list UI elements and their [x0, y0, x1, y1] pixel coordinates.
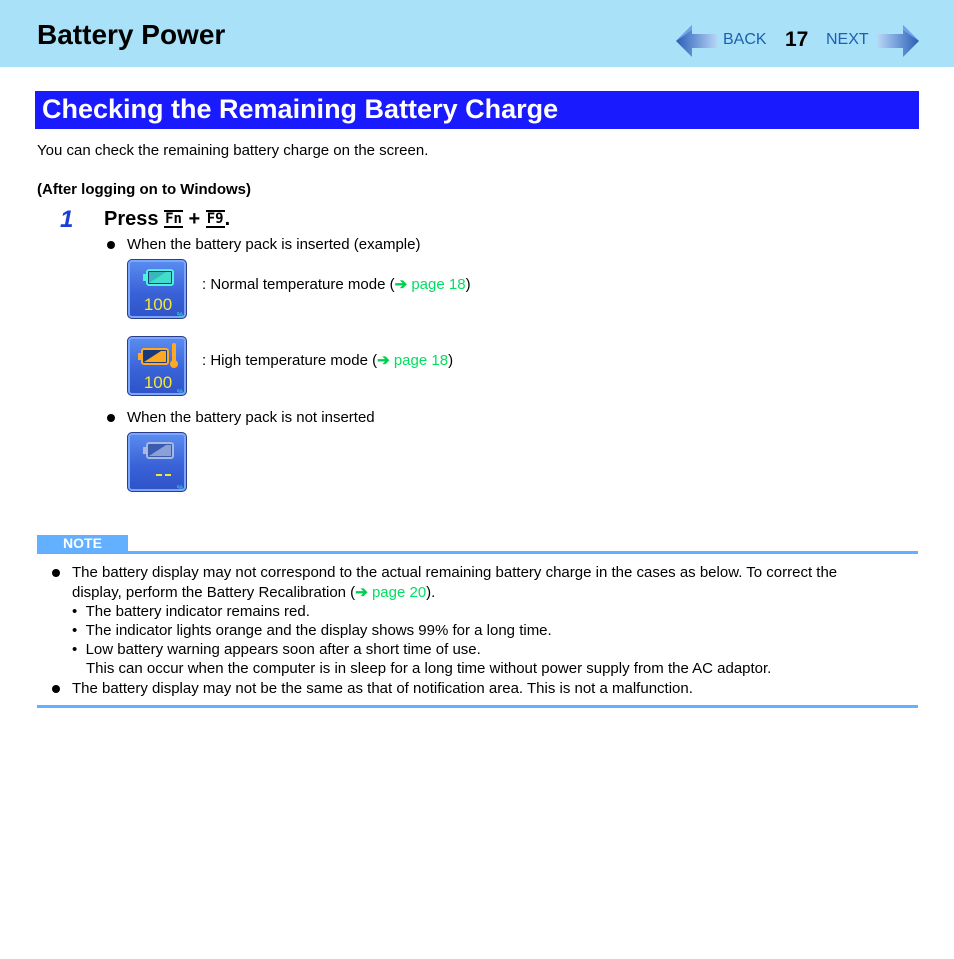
- bullet-dot: [107, 241, 115, 249]
- note-item-1-line-2: display, perform the Battery Recalibrati…: [72, 584, 436, 601]
- note-item-2: The battery display may not be the same …: [72, 680, 693, 697]
- page-18-link[interactable]: page 18: [411, 276, 465, 293]
- battery-value: 100: [144, 373, 172, 392]
- next-link[interactable]: NEXT: [826, 31, 869, 49]
- period: .: [224, 208, 231, 230]
- bullet-text: When the battery pack is inserted (examp…: [127, 236, 421, 253]
- page-20-link[interactable]: page 20: [372, 584, 426, 601]
- f9-key: F9: [205, 210, 225, 228]
- press-label: Press: [104, 208, 159, 230]
- fn-key: Fn: [164, 210, 183, 228]
- page-18-link[interactable]: page 18: [394, 352, 448, 369]
- bullet-dot: [107, 414, 115, 422]
- high-temp-mode-text: : High temperature mode (➔ page 18): [202, 352, 454, 369]
- battery-not-inserted-icon: %: [127, 432, 187, 492]
- note-item-1-line-1: The battery display may not correspond t…: [72, 564, 838, 581]
- intro-text: You can check the remaining battery char…: [37, 142, 429, 159]
- section-title: Checking the Remaining Battery Charge: [35, 91, 919, 129]
- next-arrow-icon[interactable]: [877, 23, 919, 59]
- back-arrow-icon[interactable]: [676, 23, 718, 59]
- page-title: Battery Power: [37, 19, 226, 50]
- battery-value: 100: [144, 295, 172, 314]
- svg-text:%: %: [177, 312, 183, 319]
- battery-high-temp-icon: 100 %: [127, 336, 187, 396]
- note-bullet-dot: [52, 569, 60, 577]
- note-label: NOTE: [37, 535, 128, 552]
- bullet-text: When the battery pack is not inserted: [127, 409, 375, 426]
- arrow-right-icon: ➔: [394, 276, 408, 293]
- note-sub-item: • The indicator lights orange and the di…: [72, 622, 552, 639]
- note-bullet-dot: [52, 685, 60, 693]
- note-sub-item-continuation: This can occur when the computer is in s…: [86, 660, 772, 677]
- note-bottom-divider: [37, 705, 918, 708]
- step-number: 1: [60, 206, 74, 233]
- svg-text:%: %: [177, 389, 183, 396]
- arrow-right-icon: ➔: [355, 584, 368, 601]
- note-top-divider: [37, 551, 918, 554]
- page-header: Battery Power BACK 17 NEXT: [0, 0, 954, 67]
- svg-text:%: %: [177, 485, 183, 492]
- normal-temp-mode-text: : Normal temperature mode (➔ page 18): [202, 276, 471, 293]
- subheading: (After logging on to Windows): [37, 181, 251, 198]
- page-number: 17: [785, 28, 809, 51]
- plus-sign: +: [188, 208, 201, 230]
- arrow-right-icon: ➔: [377, 352, 390, 369]
- back-link[interactable]: BACK: [723, 31, 767, 49]
- step-instruction: Press Fn + F9.: [104, 208, 230, 231]
- note-sub-item: • The battery indicator remains red.: [72, 603, 310, 620]
- note-sub-item: • Low battery warning appears soon after…: [72, 641, 481, 658]
- battery-normal-temp-icon: 100 %: [127, 259, 187, 319]
